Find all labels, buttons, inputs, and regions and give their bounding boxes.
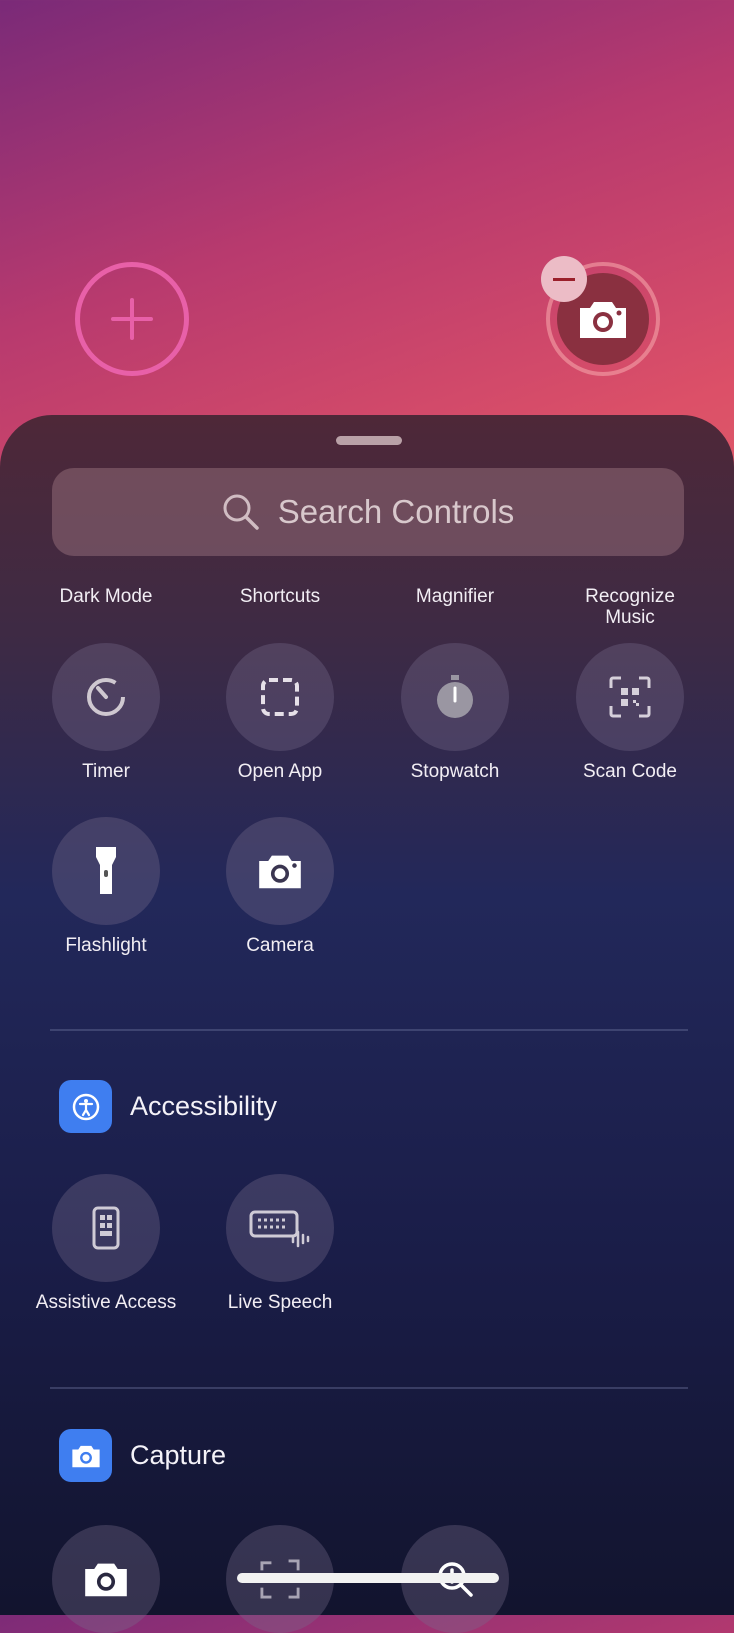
capture-control-camera[interactable] [52, 1525, 160, 1633]
section-header-capture: Capture [59, 1429, 226, 1482]
stopwatch-icon [437, 675, 473, 718]
magnifying-glass-icon [223, 494, 259, 530]
control-label: Timer [82, 761, 130, 782]
control-stopwatch[interactable] [401, 643, 509, 751]
dashed-square-icon [261, 678, 299, 716]
control-flashlight[interactable] [52, 817, 160, 925]
control-label: Camera [246, 935, 314, 956]
control-live-speech[interactable] [226, 1174, 334, 1282]
section-header-accessibility: Accessibility [59, 1080, 277, 1133]
control-timer[interactable] [52, 643, 160, 751]
plus-icon [111, 298, 153, 340]
search-placeholder: Search Controls [277, 493, 515, 530]
control-assistive-access[interactable] [52, 1174, 160, 1282]
control-shortcuts[interactable]: Shortcuts [195, 586, 365, 607]
control-label: Assistive Access [35, 1292, 177, 1313]
section-divider [50, 1029, 688, 1031]
camera-icon [580, 302, 626, 338]
camera-icon [85, 1563, 127, 1597]
accessibility-icon [59, 1080, 112, 1133]
control-camera[interactable] [226, 817, 334, 925]
add-control-button[interactable] [75, 262, 189, 376]
sheet-grabber[interactable] [336, 436, 402, 445]
camera-icon [59, 1429, 112, 1482]
control-label: Live Speech [227, 1292, 333, 1313]
timer-icon [87, 678, 125, 716]
keyboard-waveform-icon [249, 1210, 310, 1248]
minus-icon [553, 277, 575, 281]
control-label: Flashlight [65, 935, 147, 956]
section-divider [50, 1387, 688, 1389]
control-open-app[interactable] [226, 643, 334, 751]
section-title: Capture [130, 1440, 227, 1470]
remove-control-button[interactable] [541, 256, 587, 302]
control-scan-code[interactable] [576, 643, 684, 751]
camera-icon [259, 855, 301, 889]
control-label: Open App [237, 761, 323, 782]
control-dark-mode[interactable]: Dark Mode [21, 586, 191, 607]
control-label: Scan Code [582, 761, 677, 782]
search-controls-field[interactable]: Search Controls [52, 468, 684, 556]
control-label: Stopwatch [410, 761, 500, 782]
flashlight-icon [96, 847, 116, 894]
home-indicator[interactable] [237, 1573, 499, 1583]
qr-code-icon [609, 676, 651, 718]
assistive-access-icon [92, 1206, 120, 1250]
control-recognize-music[interactable]: Recognize Music [575, 586, 685, 628]
control-magnifier[interactable]: Magnifier [370, 586, 540, 607]
section-title: Accessibility [130, 1091, 278, 1121]
